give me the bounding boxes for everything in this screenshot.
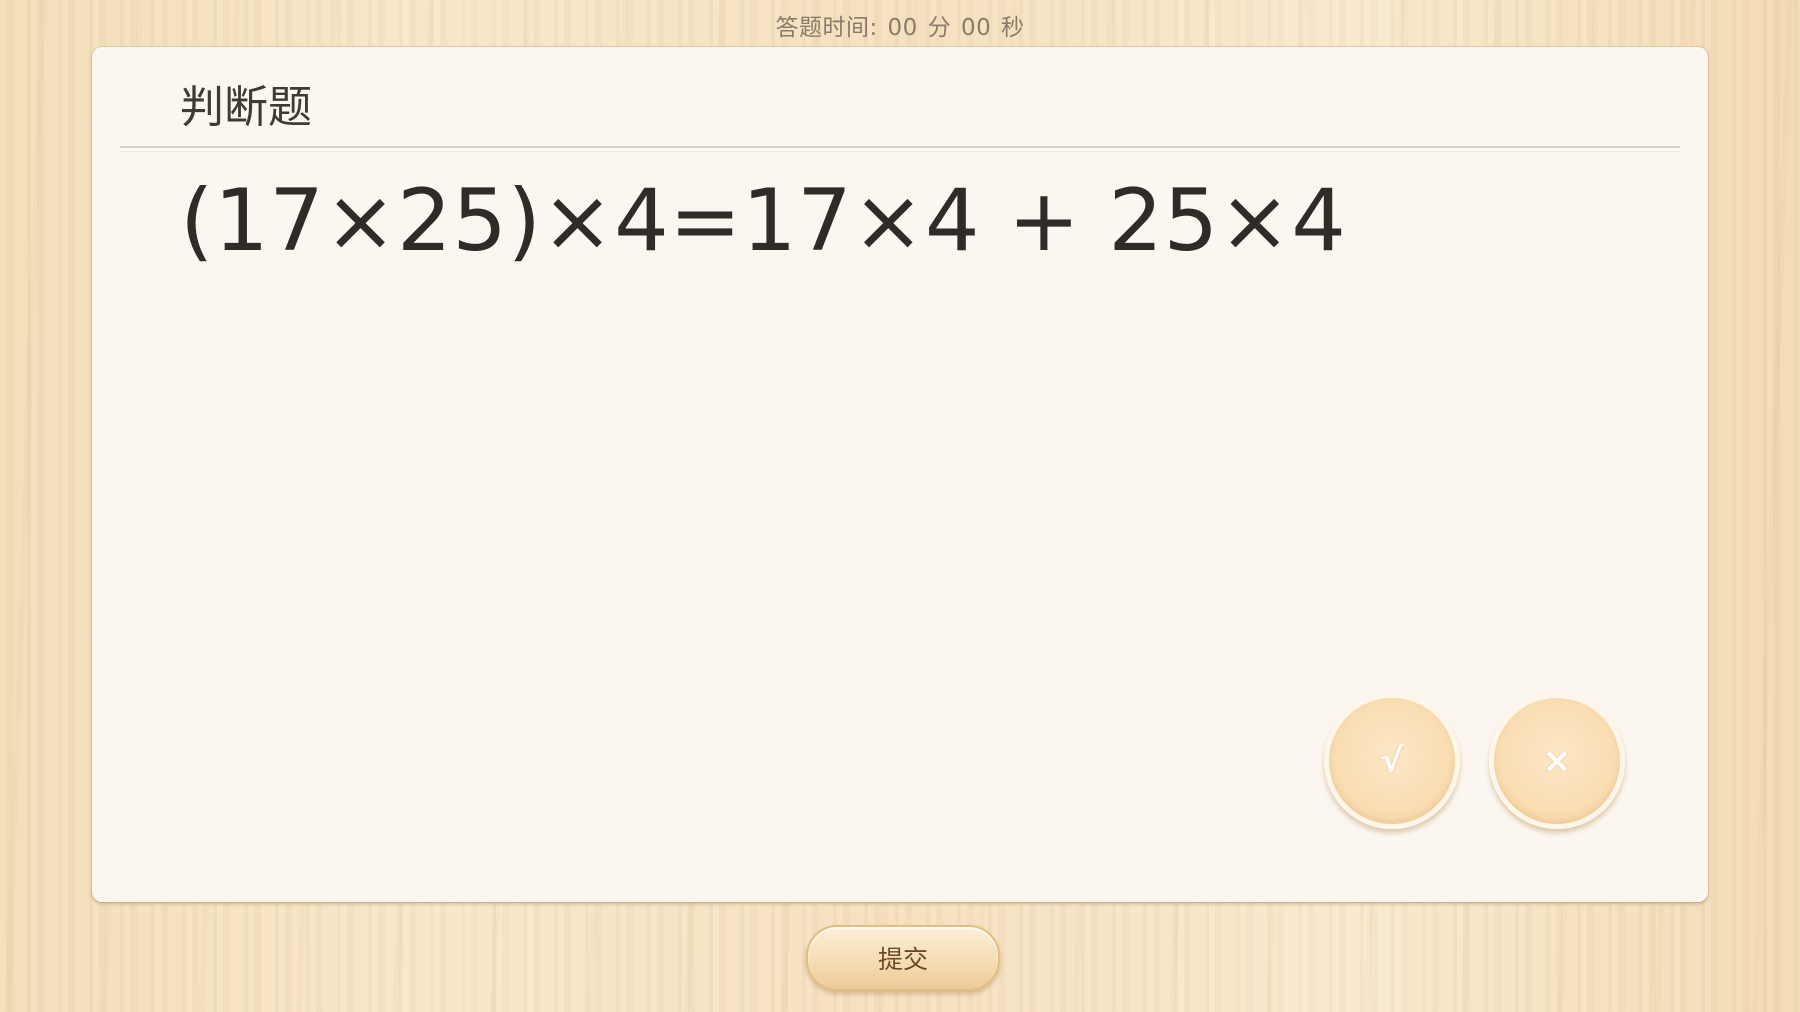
false-answer-button[interactable]: × — [1489, 693, 1625, 829]
timer-minutes-unit: 分 — [927, 15, 952, 41]
submit-button[interactable]: 提交 — [806, 925, 1000, 991]
question-text: (17×25)×4=17×4 + 25×4 — [180, 171, 1347, 271]
check-icon: √ — [1380, 741, 1404, 781]
title-divider — [120, 146, 1680, 152]
question-card: 判断题 (17×25)×4=17×4 + 25×4 √ × — [92, 47, 1708, 902]
true-answer-button[interactable]: √ — [1324, 693, 1460, 829]
timer-seconds-unit: 秒 — [1001, 15, 1025, 41]
timer-label: 答题时间: — [775, 15, 878, 41]
question-type-title: 判断题 — [180, 82, 312, 133]
cross-icon: × — [1542, 741, 1572, 781]
timer-seconds: 00 — [960, 15, 992, 41]
timer-minutes: 00 — [887, 15, 918, 41]
answer-timer: 答题时间: 00 分 00 秒 — [0, 8, 1800, 42]
